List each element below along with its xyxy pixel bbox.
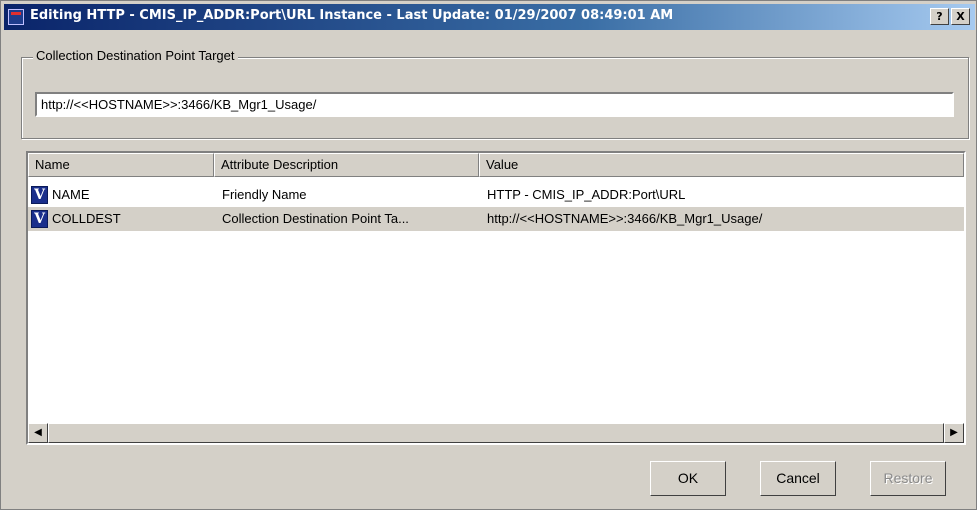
attribute-list[interactable]: Name Attribute Description Value V NAME … [26,151,966,445]
column-header-description[interactable]: Attribute Description [214,153,479,177]
row-description: Friendly Name [222,187,307,202]
horizontal-scrollbar[interactable]: ◀ ▶ [28,423,964,443]
group-label: Collection Destination Point Target [33,48,238,63]
scroll-thumb[interactable] [48,423,944,443]
row-name: COLLDEST [52,211,121,226]
column-header-name[interactable]: Name [28,153,214,177]
ok-button[interactable]: OK [650,461,726,496]
edit-instance-dialog: Editing HTTP - CMIS_IP_ADDR:Port\URL Ins… [0,0,977,510]
variable-icon: V [31,186,48,204]
restore-button[interactable]: Restore [870,461,946,496]
cancel-button[interactable]: Cancel [760,461,836,496]
row-name: NAME [52,187,90,202]
list-header: Name Attribute Description Value [28,153,964,177]
row-description: Collection Destination Point Ta... [222,211,409,226]
close-button[interactable]: X [951,8,970,25]
collection-url-input[interactable] [35,92,954,117]
title-bar[interactable]: Editing HTTP - CMIS_IP_ADDR:Port\URL Ins… [4,4,975,30]
scroll-left-button[interactable]: ◀ [28,423,48,443]
variable-icon: V [31,210,48,228]
table-row[interactable]: V NAME Friendly Name HTTP - CMIS_IP_ADDR… [28,183,964,207]
window-title: Editing HTTP - CMIS_IP_ADDR:Port\URL Ins… [30,8,674,23]
row-value: HTTP - CMIS_IP_ADDR:Port\URL [487,187,686,202]
help-button[interactable]: ? [930,8,949,25]
table-row[interactable]: V COLLDEST Collection Destination Point … [28,207,964,231]
column-header-value[interactable]: Value [479,153,964,177]
scroll-right-button[interactable]: ▶ [944,423,964,443]
app-icon [8,9,24,25]
row-value: http://<<HOSTNAME>>:3466/KB_Mgr1_Usage/ [487,211,763,226]
